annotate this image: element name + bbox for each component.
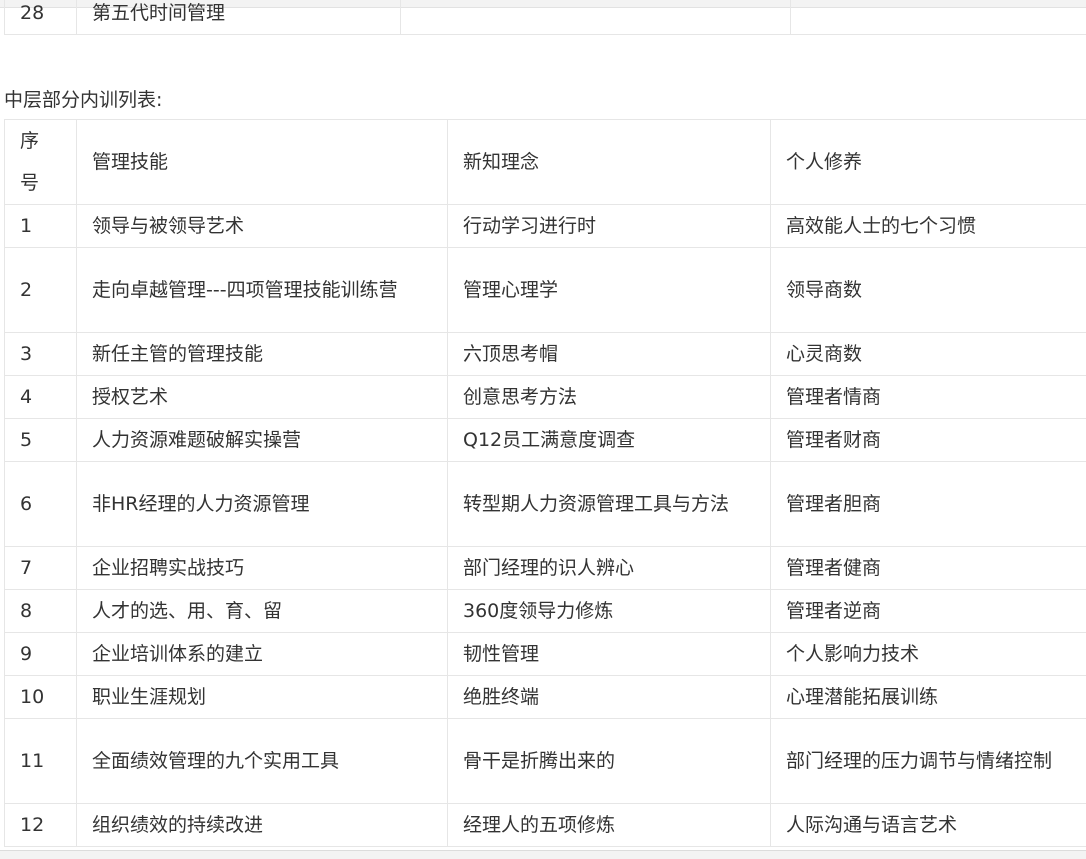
personal-cultivation: 心理潜能拓展训练 [771, 676, 1086, 719]
header-row: 序号 管理技能 新知理念 个人修养 [5, 120, 1086, 205]
course-name: 第五代时间管理 [77, 0, 401, 35]
management-skill: 授权艺术 [77, 376, 448, 419]
personal-cultivation: 高效能人士的七个习惯 [771, 205, 1086, 248]
new-concept: 绝胜终端 [448, 676, 771, 719]
table-row: 1领导与被领导艺术行动学习进行时高效能人士的七个习惯 [5, 205, 1086, 248]
empty-cell [791, 0, 1086, 35]
row-number: 9 [5, 633, 77, 676]
personal-cultivation: 管理者财商 [771, 419, 1086, 462]
row-number: 5 [5, 419, 77, 462]
personal-cultivation: 人际沟通与语言艺术 [771, 804, 1086, 847]
row-number: 6 [5, 462, 77, 547]
personal-cultivation: 管理者逆商 [771, 590, 1086, 633]
new-concept: 360度领导力修炼 [448, 590, 771, 633]
personal-cultivation: 管理者情商 [771, 376, 1086, 419]
new-concept: 六顶思考帽 [448, 333, 771, 376]
new-concept: 管理心理学 [448, 248, 771, 333]
row-number: 8 [5, 590, 77, 633]
table-row: 8人才的选、用、育、留360度领导力修炼管理者逆商 [5, 590, 1086, 633]
management-skill: 新任主管的管理技能 [77, 333, 448, 376]
management-skill: 领导与被领导艺术 [77, 205, 448, 248]
management-skill: 非HR经理的人力资源管理 [77, 462, 448, 547]
management-skill: 人才的选、用、育、留 [77, 590, 448, 633]
personal-cultivation: 领导商数 [771, 248, 1086, 333]
new-concept: 韧性管理 [448, 633, 771, 676]
table-row: 11全面绩效管理的九个实用工具骨干是折腾出来的部门经理的压力调节与情绪控制 [5, 719, 1086, 804]
row-number: 7 [5, 547, 77, 590]
row-number: 12 [5, 804, 77, 847]
previous-course-table: 28 第五代时间管理 [4, 0, 1086, 35]
new-concept: 经理人的五项修炼 [448, 804, 771, 847]
table-row: 12组织绩效的持续改进经理人的五项修炼人际沟通与语言艺术 [5, 804, 1086, 847]
table-row: 5人力资源难题破解实操营Q12员工满意度调查管理者财商 [5, 419, 1086, 462]
row-number: 2 [5, 248, 77, 333]
personal-cultivation: 管理者健商 [771, 547, 1086, 590]
table-row: 4授权艺术创意思考方法管理者情商 [5, 376, 1086, 419]
header-number: 序号 [5, 120, 77, 205]
header-personal-cultivation: 个人修养 [771, 120, 1086, 205]
management-skill: 职业生涯规划 [77, 676, 448, 719]
table-row: 7企业招聘实战技巧部门经理的识人辨心管理者健商 [5, 547, 1086, 590]
personal-cultivation: 部门经理的压力调节与情绪控制 [771, 719, 1086, 804]
section-title: 中层部分内训列表: [4, 86, 162, 114]
personal-cultivation: 个人影响力技术 [771, 633, 1086, 676]
personal-cultivation: 心灵商数 [771, 333, 1086, 376]
table-row: 2走向卓越管理---四项管理技能训练营管理心理学领导商数 [5, 248, 1086, 333]
new-concept: 行动学习进行时 [448, 205, 771, 248]
row-number: 1 [5, 205, 77, 248]
row-number: 3 [5, 333, 77, 376]
header-new-concepts: 新知理念 [448, 120, 771, 205]
new-concept: 部门经理的识人辨心 [448, 547, 771, 590]
row-number: 4 [5, 376, 77, 419]
table-row: 10职业生涯规划绝胜终端心理潜能拓展训练 [5, 676, 1086, 719]
new-concept: 转型期人力资源管理工具与方法 [448, 462, 771, 547]
table-row: 3新任主管的管理技能六顶思考帽心灵商数 [5, 333, 1086, 376]
empty-cell [401, 0, 791, 35]
table-row: 28 第五代时间管理 [5, 0, 1086, 35]
row-number: 10 [5, 676, 77, 719]
management-skill: 企业招聘实战技巧 [77, 547, 448, 590]
new-concept: 骨干是折腾出来的 [448, 719, 771, 804]
row-number: 28 [5, 0, 77, 35]
personal-cultivation: 管理者胆商 [771, 462, 1086, 547]
table-row: 6非HR经理的人力资源管理转型期人力资源管理工具与方法管理者胆商 [5, 462, 1086, 547]
management-skill: 企业培训体系的建立 [77, 633, 448, 676]
management-skill: 走向卓越管理---四项管理技能训练营 [77, 248, 448, 333]
table-row: 9企业培训体系的建立韧性管理个人影响力技术 [5, 633, 1086, 676]
management-skill: 全面绩效管理的九个实用工具 [77, 719, 448, 804]
middle-management-training-table: 序号 管理技能 新知理念 个人修养 1领导与被领导艺术行动学习进行时高效能人士的… [4, 119, 1086, 847]
new-concept: 创意思考方法 [448, 376, 771, 419]
management-skill: 组织绩效的持续改进 [77, 804, 448, 847]
header-management-skills: 管理技能 [77, 120, 448, 205]
management-skill: 人力资源难题破解实操营 [77, 419, 448, 462]
new-concept: Q12员工满意度调查 [448, 419, 771, 462]
row-number: 11 [5, 719, 77, 804]
